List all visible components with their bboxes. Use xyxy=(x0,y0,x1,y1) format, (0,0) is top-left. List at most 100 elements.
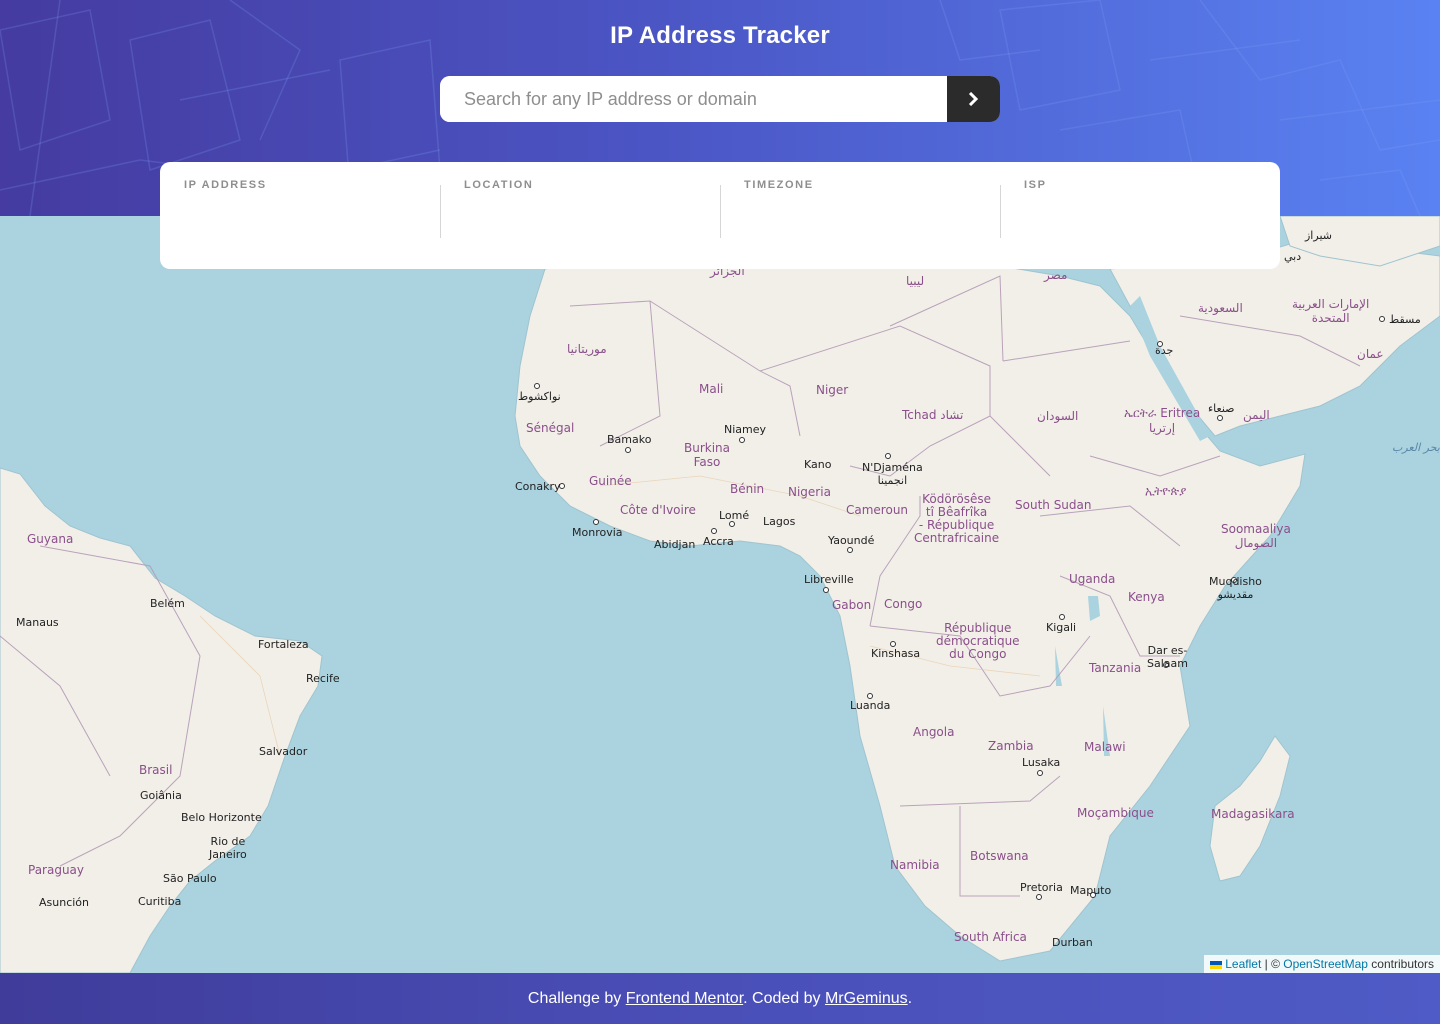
attribution-contributors: contributors xyxy=(1367,957,1434,971)
map-label-niamey: Niamey xyxy=(724,423,767,436)
map-label-abidjan: Abidjan xyxy=(654,538,696,551)
map-label-luanda: Luanda xyxy=(850,699,891,712)
map-label-goiania: Goiânia xyxy=(140,789,182,802)
isp-value xyxy=(1024,201,1256,227)
map-label-madagasikara: Madagasikara xyxy=(1211,807,1295,821)
map-label-uae: الإمارات العربية المتحدة xyxy=(1292,297,1370,325)
map-label-manaus: Manaus xyxy=(16,616,59,629)
map-label-sanaa: صنعاء xyxy=(1208,402,1235,415)
map-label-mogadishu: Muqdisho مقديشو xyxy=(1209,575,1262,601)
map-label-muscat: مسقط xyxy=(1389,313,1421,326)
location-label: LOCATION xyxy=(464,179,534,191)
map-label-kano: Kano xyxy=(804,458,832,471)
map-label-conakry: Conakry xyxy=(515,480,561,493)
map-label-monrovia: Monrovia xyxy=(572,526,623,539)
map-label-bamako: Bamako xyxy=(607,433,652,446)
map-label-mali: Mali xyxy=(699,382,724,396)
timezone-section: TIMEZONE xyxy=(720,162,1000,269)
map[interactable]: Guyana Belém Manaus Fortaleza Recife Sal… xyxy=(0,216,1440,973)
map-label-malawi: Malawi xyxy=(1084,740,1126,754)
map-label-senegal: Sénégal xyxy=(526,421,575,435)
map-label-botswana: Botswana xyxy=(970,849,1029,863)
map-label-mocambique: Moçambique xyxy=(1077,806,1154,820)
map-label-rio: Rio de Janeiro xyxy=(209,835,247,861)
chevron-right-icon xyxy=(968,92,979,106)
map-label-guinee: Guinée xyxy=(589,474,632,488)
ip-address-label: IP ADDRESS xyxy=(184,179,267,191)
map-label-central-african-republic: Ködörösêse tî Bêafrîka - République Cent… xyxy=(914,492,1000,545)
map-label-accra: Accra xyxy=(703,535,734,548)
search-form xyxy=(440,76,1000,122)
map-attribution: Leaflet | © OpenStreetMap contributors xyxy=(1204,955,1440,973)
map-label-libreville: Libreville xyxy=(804,573,854,586)
map-label-belem: Belém xyxy=(150,597,185,610)
map-label-asuncion: Asunción xyxy=(39,896,90,909)
map-label-saudi-arabia: السعودية xyxy=(1198,301,1243,315)
map-label-pretoria: Pretoria xyxy=(1020,881,1063,894)
map-label-maputo: Maputo xyxy=(1070,884,1112,897)
author-link[interactable]: MrGeminus xyxy=(825,990,908,1007)
timezone-value xyxy=(744,201,976,227)
map-label-mauritania: موريتانيا xyxy=(567,342,607,356)
footer: Challenge by Frontend Mentor. Coded by M… xyxy=(0,973,1440,1024)
map-label-guyana: Guyana xyxy=(27,532,74,546)
map-label-lagos: Lagos xyxy=(763,515,796,528)
map-label-sao-paulo: São Paulo xyxy=(163,872,217,885)
map-label-cote-divoire: Côte d'Ivoire xyxy=(620,503,696,517)
ip-address-value xyxy=(184,201,416,227)
map-label-niger: Niger xyxy=(816,383,849,397)
map-label-uganda: Uganda xyxy=(1069,572,1116,586)
map-label-yaounde: Yaoundé xyxy=(828,534,875,547)
map-label-dar-es-salaam: Dar es- Salaam xyxy=(1147,644,1188,670)
map-label-arabian-sea: بحر العرب xyxy=(1392,441,1440,454)
map-label-sudan: السودان xyxy=(1037,409,1079,423)
map-label-belo-horizonte: Belo Horizonte xyxy=(181,811,262,824)
map-label-benin: Bénin xyxy=(730,482,765,496)
map-label-ndjamena: N'Djaména انجمينا xyxy=(862,461,923,487)
map-label-cameroun: Cameroun xyxy=(846,503,909,517)
map-label-nigeria: Nigeria xyxy=(788,485,831,499)
map-label-oman: عمان xyxy=(1357,347,1384,361)
map-label-kenya: Kenya xyxy=(1128,590,1165,604)
map-label-durban: Durban xyxy=(1052,936,1093,949)
map-label-congo: Congo xyxy=(884,597,923,611)
page-title: IP Address Tracker xyxy=(610,22,830,49)
map-label-ethiopia: ኢትዮጵያ xyxy=(1145,484,1187,498)
map-label-recife: Recife xyxy=(306,672,340,685)
map-label-lusaka: Lusaka xyxy=(1022,756,1061,769)
map-label-lome: Lomé xyxy=(719,509,750,522)
map-label-south-sudan: South Sudan xyxy=(1015,498,1092,512)
leaflet-link[interactable]: Leaflet xyxy=(1225,957,1261,971)
map-label-eritrea: ኤርትራ Eritrea إرتريا xyxy=(1124,406,1201,435)
map-label-kinshasa: Kinshasa xyxy=(871,647,921,660)
frontend-mentor-link[interactable]: Frontend Mentor xyxy=(626,990,743,1007)
timezone-label: TIMEZONE xyxy=(744,179,814,191)
map-label-tchad: Tchad تشاد xyxy=(902,408,964,422)
map-label-yemen: اليمن xyxy=(1243,408,1270,422)
search-submit-button[interactable] xyxy=(947,76,1000,122)
map-label-egypt: مصر xyxy=(1044,268,1068,282)
map-label-brasil: Brasil xyxy=(139,763,173,777)
ip-info-card: IP ADDRESS LOCATION TIMEZONE ISP xyxy=(160,162,1280,269)
footer-middle: . Coded by xyxy=(743,990,825,1007)
map-label-libya: ليبيا xyxy=(906,274,925,288)
map-label-somalia: Soomaaliya الصومال xyxy=(1221,522,1291,550)
map-label-namibia: Namibia xyxy=(890,858,940,872)
map-label-curitiba: Curitiba xyxy=(138,895,182,908)
attribution-separator: | © xyxy=(1261,957,1284,971)
isp-label: ISP xyxy=(1024,179,1047,191)
map-label-tanzania: Tanzania xyxy=(1089,661,1142,675)
footer-prefix: Challenge by xyxy=(527,990,626,1007)
isp-section: ISP xyxy=(1000,162,1280,269)
openstreetmap-link[interactable]: OpenStreetMap xyxy=(1283,957,1368,971)
map-label-jeddah: جدة xyxy=(1155,344,1174,357)
map-label-kigali: Kigali xyxy=(1046,621,1077,634)
map-label-nouakchott: نواكشوط xyxy=(518,390,561,403)
map-label-burkina-faso: Burkina Faso xyxy=(684,441,731,469)
search-input[interactable] xyxy=(440,76,947,122)
map-label-angola: Angola xyxy=(913,725,955,739)
location-value xyxy=(464,201,696,227)
map-label-south-africa: South Africa xyxy=(954,930,1027,944)
map-label-gabon: Gabon xyxy=(832,598,872,612)
map-label-dubai: دبي xyxy=(1284,250,1302,263)
